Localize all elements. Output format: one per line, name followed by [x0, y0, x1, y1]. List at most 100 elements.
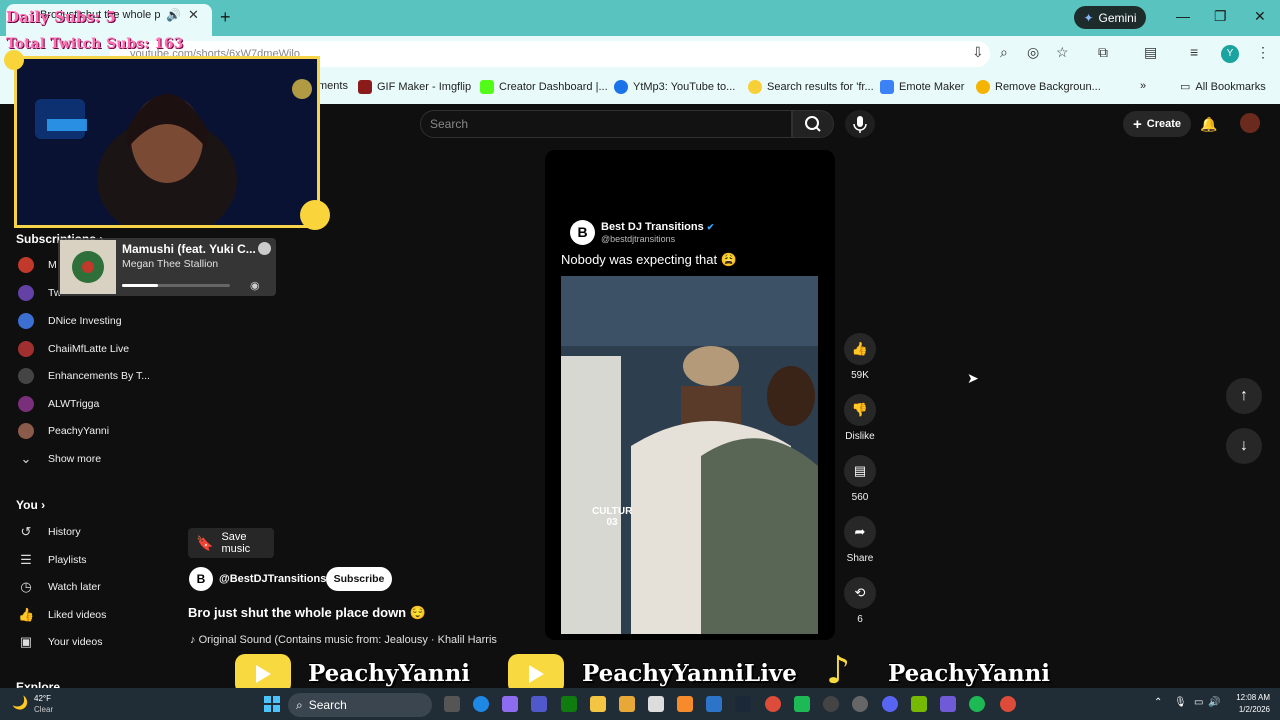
volume-icon[interactable]: 🔊: [1208, 697, 1220, 708]
channel-logo[interactable]: B: [570, 220, 595, 245]
weather-desc[interactable]: Clear: [34, 705, 53, 714]
file-explorer-icon[interactable]: [590, 696, 606, 712]
tracking-icon[interactable]: ◎: [1027, 44, 1039, 61]
more-bookmarks-icon[interactable]: »: [1140, 80, 1146, 92]
moon-weather-icon[interactable]: 🌙: [12, 695, 28, 711]
dislike-button[interactable]: 👎 Dislike: [844, 394, 876, 442]
taskbar-search[interactable]: ⌕ Search: [288, 693, 432, 717]
clock-date[interactable]: 1/2/2026: [1226, 705, 1270, 714]
task-view-icon[interactable]: [444, 696, 460, 712]
windows-start-icon[interactable]: [264, 696, 280, 712]
new-tab-icon[interactable]: +: [220, 7, 231, 28]
app-icon[interactable]: [677, 696, 693, 712]
notepad-icon[interactable]: [648, 696, 664, 712]
app-icon[interactable]: [852, 696, 868, 712]
search-button[interactable]: [792, 110, 834, 138]
sound-link[interactable]: ♪ Original Sound (Contains music from: J…: [190, 634, 497, 646]
profile-avatar[interactable]: Y: [1221, 45, 1239, 63]
windows-taskbar: [0, 688, 1280, 720]
edge-icon[interactable]: [473, 696, 489, 712]
plus-icon: +: [1132, 115, 1142, 133]
sidebar-sub-3[interactable]: ChaiiMfLatte Live: [18, 336, 178, 362]
all-bookmarks[interactable]: ▭ All Bookmarks: [1180, 80, 1266, 94]
gemini-button[interactable]: ✦ Gemini: [1074, 6, 1146, 29]
obs-icon[interactable]: [823, 696, 839, 712]
chrome-icon[interactable]: [765, 696, 781, 712]
app-icon[interactable]: [940, 696, 956, 712]
teams-icon[interactable]: [531, 696, 547, 712]
spotify-icon[interactable]: [969, 696, 985, 712]
word-icon[interactable]: [706, 696, 722, 712]
your-videos-icon: ▣: [19, 634, 33, 649]
comment-count: 560: [851, 492, 869, 503]
kick-icon: [480, 80, 494, 94]
bookmark-3[interactable]: YtMp3: YouTube to...: [614, 80, 735, 94]
ytmp3-icon: [614, 80, 628, 94]
sidebar-item-history[interactable]: ↺ History: [18, 519, 178, 545]
clock-time[interactable]: 12:08 AM: [1226, 693, 1270, 702]
bookmark-5[interactable]: Emote Maker: [880, 80, 964, 94]
notifications-bell-icon[interactable]: 🔔: [1200, 116, 1217, 133]
create-button[interactable]: + Create: [1123, 111, 1191, 137]
save-music-button[interactable]: 🔖 Save music: [188, 528, 274, 558]
channel-name[interactable]: Best DJ Transitions ✔: [601, 221, 714, 233]
show-more-button[interactable]: ⌄ Show more: [18, 446, 178, 472]
sidebar-item-watch-later[interactable]: ◷ Watch later: [18, 574, 178, 600]
bookmark-6[interactable]: Remove Backgroun...: [976, 80, 1101, 94]
close-tab-icon[interactable]: ✕: [188, 7, 199, 23]
comment-icon: ▤: [844, 455, 876, 487]
channel-link[interactable]: @BestDJTransitions: [219, 573, 326, 585]
nvidia-icon[interactable]: [911, 696, 927, 712]
previous-short-button[interactable]: ↑: [1226, 378, 1262, 414]
weather-temp[interactable]: 42°F: [34, 694, 51, 703]
chrome-active-icon[interactable]: [1000, 696, 1016, 712]
bookmark-1[interactable]: GIF Maker - Imgflip: [358, 80, 471, 94]
social-handle-youtube: PeachyYanni: [308, 660, 471, 687]
xbox-icon[interactable]: [561, 696, 577, 712]
steam-icon[interactable]: [735, 696, 751, 712]
tray-chevron-icon[interactable]: ⌃: [1154, 697, 1162, 708]
copilot-icon[interactable]: [502, 696, 518, 712]
subscribe-button[interactable]: Subscribe: [326, 567, 392, 591]
sidepanel-icon[interactable]: ▤: [1144, 44, 1157, 61]
video-frame[interactable]: [561, 276, 818, 634]
comments-button[interactable]: ▤ 560: [844, 455, 876, 503]
next-short-button[interactable]: ↓: [1226, 428, 1262, 464]
like-button[interactable]: 👍 59K: [844, 333, 876, 381]
discord-icon[interactable]: [882, 696, 898, 712]
app-icon[interactable]: [794, 696, 810, 712]
media-icon[interactable]: ≡: [1190, 44, 1198, 60]
sidebar-sub-5[interactable]: ALWTrigga: [18, 391, 178, 417]
bookmark-2[interactable]: Creator Dashboard |...: [480, 80, 608, 94]
remix-button[interactable]: ⟲ 6: [844, 577, 876, 625]
minimize-icon[interactable]: —: [1176, 8, 1190, 24]
share-button[interactable]: ➦ Share: [844, 516, 876, 564]
close-window-icon[interactable]: ✕: [1254, 8, 1266, 25]
voice-search-button[interactable]: [845, 110, 875, 138]
sidebar-sub-4[interactable]: Enhancements By T...: [18, 363, 178, 389]
bookmark-0[interactable]: ments: [318, 80, 348, 92]
zoom-icon[interactable]: ⌕: [1000, 44, 1008, 61]
sidebar-item-playlists[interactable]: ☰ Playlists: [18, 547, 178, 573]
you-heading[interactable]: You ›: [16, 498, 45, 512]
extensions-icon[interactable]: ⧉: [1098, 44, 1108, 61]
menu-icon[interactable]: ⋮: [1256, 44, 1270, 61]
store-icon[interactable]: [619, 696, 635, 712]
channel-logo[interactable]: B: [189, 567, 213, 591]
search-input[interactable]: [420, 110, 792, 138]
install-app-icon[interactable]: ⇩: [972, 44, 984, 61]
speaker-icon[interactable]: 🔊: [166, 8, 181, 22]
youtube-account-avatar[interactable]: [1240, 113, 1260, 133]
network-icon[interactable]: ▭: [1194, 697, 1203, 708]
video-title: Bro just shut the whole place down 😌: [188, 605, 426, 620]
sidebar-item-liked-videos[interactable]: 👍 Liked videos: [18, 602, 178, 628]
mic-tray-icon[interactable]: 🎙: [1174, 697, 1187, 708]
mouse-cursor-icon: ➤: [967, 370, 979, 386]
restore-icon[interactable]: ❐: [1214, 8, 1227, 25]
sidebar-sub-2[interactable]: DNice Investing: [18, 308, 178, 334]
bookmark-4[interactable]: Search results for 'fr...: [748, 80, 874, 94]
channel-avatar: [18, 368, 34, 384]
bookmark-star-icon[interactable]: ☆: [1056, 44, 1069, 61]
sidebar-sub-6[interactable]: PeachyYanni: [18, 418, 178, 444]
sidebar-item-your-videos[interactable]: ▣ Your videos: [18, 629, 178, 655]
